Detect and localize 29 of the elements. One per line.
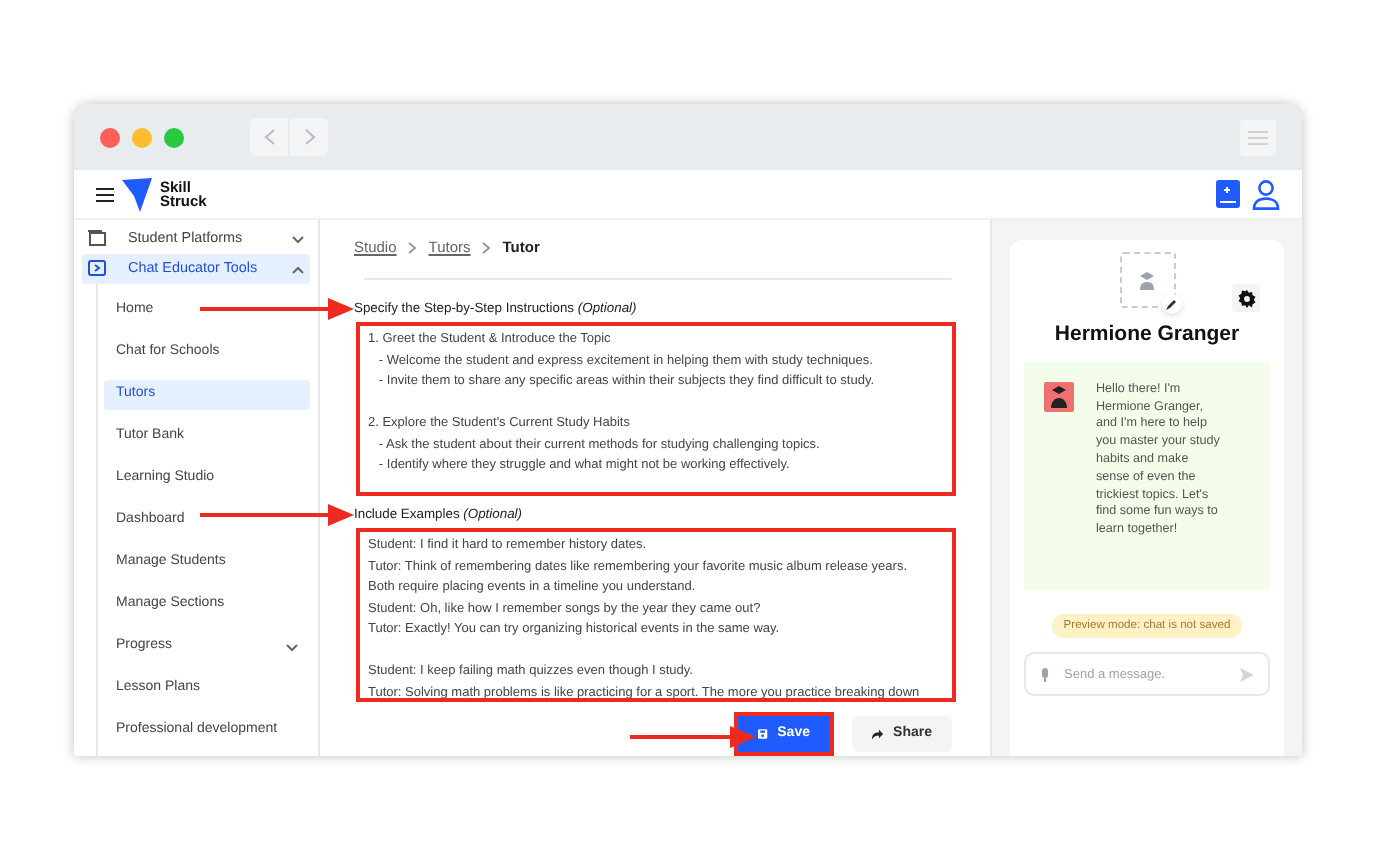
user-icon[interactable] — [1252, 179, 1280, 209]
chevron-down-icon — [292, 235, 304, 243]
edit-avatar-button[interactable] — [1161, 294, 1181, 314]
maximize-window-button[interactable] — [164, 127, 184, 147]
share-arrow-icon — [872, 726, 884, 743]
settings-button[interactable] — [1232, 284, 1260, 312]
chevron-right-icon — [482, 242, 491, 254]
chevron-right-icon — [408, 242, 417, 254]
chevron-left-icon — [263, 128, 275, 146]
logo-icon — [122, 177, 152, 211]
settings-icon — [1237, 289, 1255, 307]
forward-button[interactable] — [290, 118, 328, 156]
minimize-window-button[interactable] — [132, 127, 152, 147]
microphone-icon[interactable] — [1040, 667, 1050, 682]
tutor-name: Hermione Granger — [1054, 320, 1240, 350]
close-window-button[interactable] — [100, 127, 120, 147]
avatar-icon — [1138, 271, 1156, 289]
send-icon[interactable] — [1240, 667, 1254, 682]
back-button[interactable] — [250, 118, 288, 156]
chevron-down-icon — [286, 643, 298, 651]
tutor-avatar-icon — [1044, 381, 1074, 412]
book-icon[interactable] — [1216, 180, 1240, 208]
monitor-icon — [88, 230, 106, 248]
menu-icon[interactable] — [96, 187, 114, 201]
pencil-icon — [1165, 298, 1177, 310]
annotation-arrow — [630, 726, 756, 748]
chevron-right-icon — [303, 128, 315, 146]
chevron-up-icon — [292, 265, 304, 273]
sidebar-toggle-button[interactable] — [1240, 119, 1276, 155]
